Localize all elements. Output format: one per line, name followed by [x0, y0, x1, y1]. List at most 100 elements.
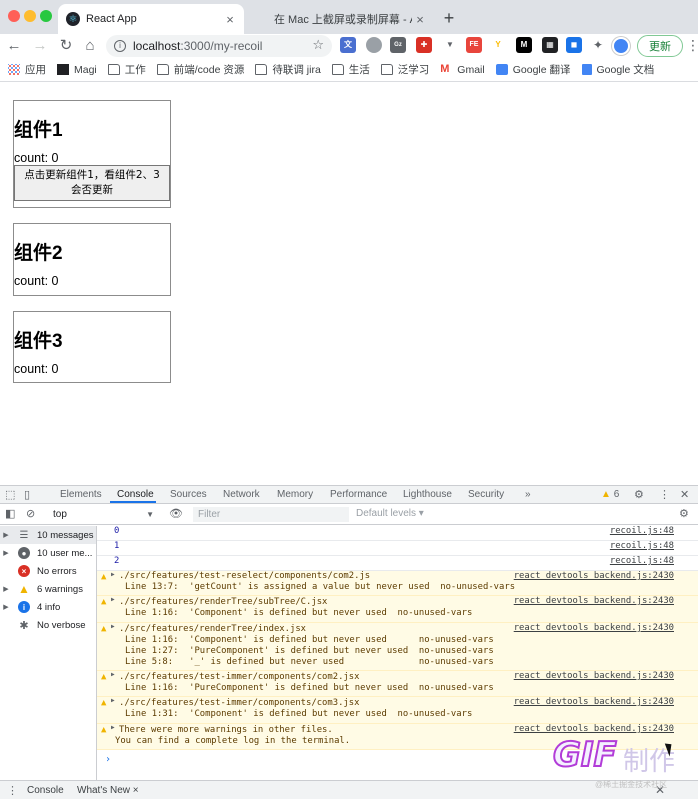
- browser-tab-react-app[interactable]: ⚛ React App ×: [58, 4, 244, 34]
- browser-tab-apple[interactable]: 在 Mac 上截屏或录制屏幕 - Appl ×: [246, 4, 434, 34]
- expand-caret-icon: ▶: [3, 532, 9, 539]
- new-tab-button[interactable]: +: [438, 7, 460, 29]
- extension-red-icon[interactable]: ✚: [416, 37, 432, 53]
- bookmark-star-icon[interactable]: ☆: [312, 37, 324, 53]
- source-link[interactable]: react_devtools_backend.js:2430: [514, 724, 674, 734]
- address-bar[interactable]: i localhost:3000/my-recoil ☆: [106, 35, 332, 57]
- profile-avatar[interactable]: [612, 37, 630, 55]
- bookmark-google-translate[interactable]: Google 翻译: [495, 62, 571, 77]
- console-warning-row[interactable]: ▲ ▶ ./src/features/test-immer/components…: [97, 697, 698, 724]
- more-tabs-button[interactable]: »: [525, 489, 531, 500]
- console-filter-bar: ◧ ⊘ top ▼ 👁 Filter Default levels ▾ ⚙: [0, 505, 698, 525]
- bookmark-work[interactable]: 工作: [107, 62, 146, 77]
- close-devtools-icon[interactable]: ✕: [680, 488, 689, 501]
- clear-console-icon[interactable]: ⊘: [26, 507, 35, 520]
- close-tab-icon[interactable]: ×: [412, 12, 428, 27]
- extension-gzip-icon[interactable]: Gz: [390, 37, 406, 53]
- extension-zoom-icon[interactable]: ◼: [566, 37, 582, 53]
- filter-input[interactable]: Filter: [193, 507, 349, 522]
- console-settings-icon[interactable]: ⚙: [679, 507, 689, 520]
- apple-icon: [254, 12, 268, 26]
- sidebar-toggle-icon[interactable]: ◧: [5, 507, 15, 520]
- tab-security[interactable]: Security: [468, 489, 504, 500]
- bookmark-apps[interactable]: 应用: [8, 62, 46, 77]
- drawer-menu-icon[interactable]: ⋮: [7, 784, 18, 797]
- sidebar-item-user-messages[interactable]: ▶ ● 10 user me...: [0, 544, 96, 562]
- source-link[interactable]: recoil.js:48: [610, 526, 674, 536]
- minimize-window-button[interactable]: [24, 10, 36, 22]
- console-log-row: 1 recoil.js:48: [97, 541, 698, 556]
- update-component-1-button[interactable]: 点击更新组件1，看组件2、3会否更新: [14, 165, 170, 201]
- eye-icon[interactable]: 👁: [169, 507, 183, 520]
- source-link[interactable]: react_devtools_backend.js:2430: [514, 671, 674, 681]
- site-info-icon[interactable]: i: [114, 40, 126, 52]
- close-window-button[interactable]: [8, 10, 20, 22]
- settings-gear-icon[interactable]: ⚙: [634, 488, 644, 501]
- bookmark-learning[interactable]: 泛学习: [380, 62, 429, 77]
- maximize-window-button[interactable]: [40, 10, 52, 22]
- expand-caret-icon[interactable]: ▶: [111, 697, 115, 704]
- expand-caret-icon[interactable]: ▶: [111, 724, 115, 731]
- extension-circle-icon[interactable]: [366, 37, 382, 53]
- folder-icon: [255, 64, 268, 75]
- bookmark-jira[interactable]: 待联调 jira: [255, 62, 321, 77]
- sidebar-item-warnings[interactable]: ▶ ▲ 6 warnings: [0, 580, 96, 598]
- tab-lighthouse[interactable]: Lighthouse: [403, 489, 452, 500]
- console-warning-row[interactable]: ▲ ▶ ./src/features/renderTree/index.jsx …: [97, 623, 698, 671]
- reload-button[interactable]: ↻: [56, 36, 76, 56]
- tab-memory[interactable]: Memory: [277, 489, 313, 500]
- bookmark-google-docs[interactable]: Google 文档: [581, 62, 654, 77]
- tab-elements[interactable]: Elements: [60, 489, 102, 500]
- home-button[interactable]: ⌂: [80, 36, 100, 56]
- source-link[interactable]: react_devtools_backend.js:2430: [514, 697, 674, 707]
- expand-caret-icon[interactable]: ▶: [111, 596, 115, 603]
- close-tab-icon[interactable]: ×: [222, 12, 238, 27]
- source-link[interactable]: react_devtools_backend.js:2430: [514, 596, 674, 606]
- console-warning-row[interactable]: ▲ ▶ ./src/features/test-immer/components…: [97, 671, 698, 697]
- warning-count-badge[interactable]: ▲ 6: [601, 489, 619, 500]
- drawer-tab-console[interactable]: Console: [27, 785, 64, 796]
- extension-translate-icon[interactable]: 文: [340, 37, 356, 53]
- tab-sources[interactable]: Sources: [170, 489, 207, 500]
- browser-menu-icon[interactable]: ⋮: [686, 37, 698, 54]
- console-warning-row[interactable]: ▲ ▶ ./src/features/test-reselect/compone…: [97, 571, 698, 596]
- device-toolbar-icon[interactable]: ▯: [24, 488, 30, 501]
- google-translate-icon: [495, 64, 508, 75]
- tab-performance[interactable]: Performance: [330, 489, 387, 500]
- source-link[interactable]: recoil.js:48: [610, 556, 674, 566]
- tab-console[interactable]: Console: [117, 489, 154, 500]
- sidebar-item-verbose[interactable]: ✱ No verbose: [0, 616, 96, 634]
- extension-m-icon[interactable]: M: [516, 37, 532, 53]
- extensions-puzzle-icon[interactable]: ✦: [590, 37, 606, 53]
- extension-fe-icon[interactable]: FE: [466, 37, 482, 53]
- log-levels-dropdown[interactable]: Default levels ▾: [356, 508, 424, 519]
- extension-redux-icon[interactable]: ▦: [542, 37, 558, 53]
- back-button[interactable]: ←: [4, 36, 24, 56]
- source-link[interactable]: react_devtools_backend.js:2430: [514, 623, 674, 633]
- extension-vue-icon[interactable]: ▼: [442, 37, 458, 53]
- bookmark-frontend[interactable]: 前端/code 资源: [156, 62, 244, 77]
- context-select[interactable]: top ▼: [48, 507, 158, 522]
- component-3-count: count: 0: [14, 362, 59, 376]
- console-warning-row[interactable]: ▲ ▶ ./src/features/renderTree/subTree/C.…: [97, 596, 698, 623]
- extension-y-icon[interactable]: Y: [490, 37, 506, 53]
- source-link[interactable]: recoil.js:48: [610, 541, 674, 551]
- tab-network[interactable]: Network: [223, 489, 260, 500]
- expand-caret-icon[interactable]: ▶: [111, 623, 115, 630]
- drawer-tab-whats-new[interactable]: What's New ×: [77, 785, 139, 796]
- bookmark-gmail[interactable]: M Gmail: [440, 64, 484, 76]
- source-link[interactable]: react_devtools_backend.js:2430: [514, 571, 674, 581]
- sidebar-item-info[interactable]: ▶ i 4 info: [0, 598, 96, 616]
- bookmark-magi[interactable]: Magi: [57, 64, 97, 76]
- inspect-element-icon[interactable]: ⬚: [5, 488, 15, 501]
- update-button[interactable]: 更新: [637, 35, 683, 57]
- sidebar-item-messages[interactable]: ▶ ☰ 10 messages: [0, 526, 96, 544]
- bookmark-life[interactable]: 生活: [331, 62, 370, 77]
- devtools-menu-icon[interactable]: ⋮: [659, 488, 670, 501]
- sidebar-item-errors[interactable]: × No errors: [0, 562, 96, 580]
- expand-caret-icon[interactable]: ▶: [111, 571, 115, 578]
- devtools-tab-bar: ⬚ ▯ Elements Console Sources Network Mem…: [0, 486, 698, 504]
- expand-caret-icon[interactable]: ▶: [111, 671, 115, 678]
- user-icon: ●: [18, 547, 30, 559]
- forward-button[interactable]: →: [30, 36, 50, 56]
